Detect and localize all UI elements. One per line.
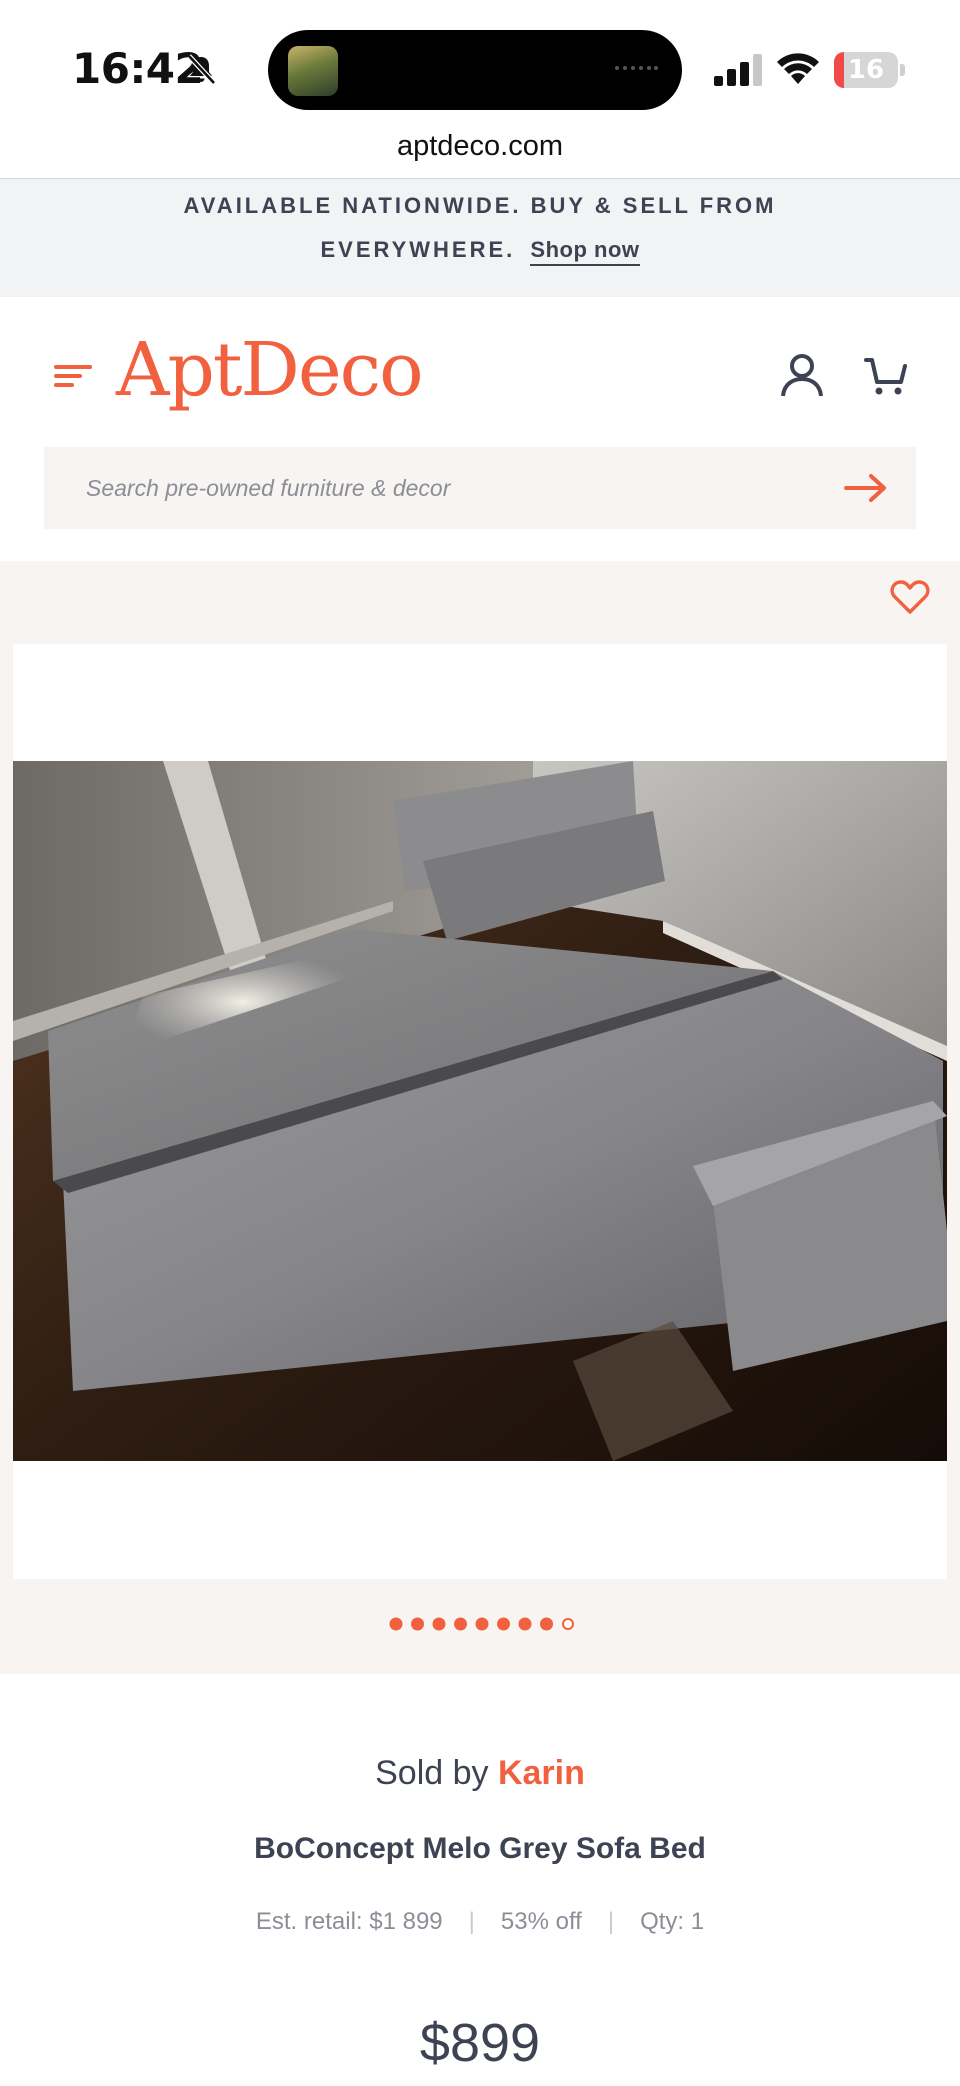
wifi-icon	[777, 53, 819, 84]
battery-body: 16	[834, 52, 898, 88]
sold-by-label: Sold by	[375, 1754, 489, 1792]
promo-text-line1: AVAILABLE NATIONWIDE. BUY & SELL FROM	[183, 193, 777, 218]
bell-off-icon	[187, 54, 216, 85]
product-title: BoConcept Melo Grey Sofa Bed	[254, 1832, 706, 1865]
meta-divider: |	[607, 1908, 615, 1935]
now-playing-artwork	[288, 46, 338, 96]
dynamic-island	[268, 30, 682, 110]
seller-name-link[interactable]: Karin	[498, 1754, 585, 1792]
heart-icon[interactable]	[890, 579, 930, 615]
battery-indicator: 16	[834, 52, 905, 88]
battery-level: 16	[847, 55, 885, 85]
carousel-dot[interactable]	[411, 1617, 424, 1631]
carousel-dot[interactable]	[540, 1617, 553, 1631]
cellular-signal-icon	[714, 54, 762, 86]
promo-text-line2-label: EVERYWHERE.	[320, 237, 516, 262]
carousel-dots[interactable]	[386, 1614, 576, 1634]
product-price: $899	[419, 2013, 541, 2073]
carousel-dot-active[interactable]	[562, 1618, 574, 1630]
battery-cap	[900, 64, 905, 76]
user-icon[interactable]	[780, 353, 824, 397]
carousel-dot[interactable]	[432, 1617, 446, 1631]
activity-dots-icon	[615, 66, 658, 70]
carousel-dot[interactable]	[454, 1617, 467, 1631]
carousel-dot[interactable]	[475, 1617, 489, 1631]
product-details: Sold by Karin BoConcept Melo Grey Sofa B…	[0, 1674, 960, 2086]
carousel-dot[interactable]	[389, 1617, 403, 1631]
shop-now-link[interactable]: Shop now	[530, 237, 640, 266]
carousel-dot[interactable]	[518, 1617, 532, 1631]
sold-by-line: Sold by Karin	[0, 1754, 960, 1793]
meta-divider: |	[468, 1908, 475, 1935]
carousel-dot[interactable]	[497, 1617, 510, 1631]
aptdeco-logo[interactable]: AptDeco	[116, 327, 424, 413]
promo-text-line2: EVERYWHERE. Shop now	[0, 237, 960, 266]
product-gallery	[0, 561, 960, 1674]
quantity: Qty: 1	[640, 1908, 705, 1935]
discount: 53% off	[500, 1908, 582, 1935]
promo-banner: AVAILABLE NATIONWIDE. BUY & SELL FROM EV…	[0, 179, 960, 297]
address-bar-url[interactable]: aptdeco.com	[0, 130, 960, 163]
site-header: AptDeco	[0, 297, 960, 561]
arrow-right-icon[interactable]	[844, 473, 888, 503]
product-photo[interactable]	[13, 761, 947, 1461]
search-input[interactable]	[44, 447, 824, 529]
search-bar	[44, 447, 916, 529]
cart-icon[interactable]	[864, 355, 908, 397]
est-retail: Est. retail: $1 899	[255, 1908, 443, 1935]
product-image-card[interactable]	[13, 644, 947, 1579]
status-bar: 16:42 16	[0, 0, 960, 130]
product-meta: Est. retail: $1 899 | 53% off | Qty: 1	[0, 1908, 960, 1936]
hamburger-menu-icon[interactable]	[54, 361, 94, 391]
